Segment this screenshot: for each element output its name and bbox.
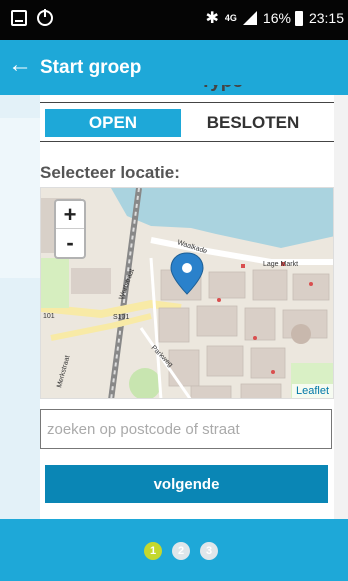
arrow-left-icon[interactable]: ← — [8, 53, 32, 77]
zoom-in-button[interactable]: + — [56, 201, 84, 229]
step-1: 1 — [144, 542, 162, 560]
main-content: Type OPEN BESLOTEN Selecteer locatie: — [40, 85, 334, 519]
bluetooth-icon: ✱ — [205, 10, 219, 27]
type-toggle: OPEN BESLOTEN — [45, 109, 325, 137]
background-left-shape — [0, 118, 40, 278]
gallery-icon — [11, 10, 27, 26]
type-label-clipped: Type — [40, 85, 334, 95]
battery-icon — [294, 10, 303, 26]
network-type: 4G — [224, 12, 237, 23]
next-button[interactable]: volgende — [45, 465, 328, 503]
signal-icon — [242, 11, 257, 25]
step-footer: 1 2 3 — [0, 519, 348, 581]
step-indicator: 1 2 3 — [144, 542, 218, 560]
search-input[interactable] — [40, 409, 332, 449]
clock: 23:15 — [308, 10, 344, 26]
power-icon — [37, 9, 53, 26]
map-label-lage-markt: Lage Markt — [263, 261, 298, 268]
leaflet-attribution-link[interactable]: Leaflet — [291, 384, 333, 398]
map-label-s101: S101 — [113, 314, 129, 321]
divider-bottom — [40, 141, 334, 142]
step-2: 2 — [172, 542, 190, 560]
toggle-closed-button[interactable]: BESLOTEN — [181, 109, 325, 137]
map[interactable]: Waalkade Lage Markt S101 101 Wertstraat … — [40, 187, 334, 399]
location-label: Selecteer locatie: — [40, 163, 180, 182]
map-label-number: 101 — [43, 313, 55, 320]
toggle-open-button[interactable]: OPEN — [45, 109, 181, 137]
step-3: 3 — [200, 542, 218, 560]
divider-top — [40, 102, 334, 103]
page-title: Start groep — [40, 57, 142, 78]
zoom-control: + - — [54, 199, 86, 259]
zoom-out-button[interactable]: - — [56, 229, 84, 257]
background-right-panel — [334, 95, 348, 535]
status-bar: ✱ 4G 16% 23:15 — [0, 0, 348, 40]
battery-level: 16% — [262, 10, 291, 26]
